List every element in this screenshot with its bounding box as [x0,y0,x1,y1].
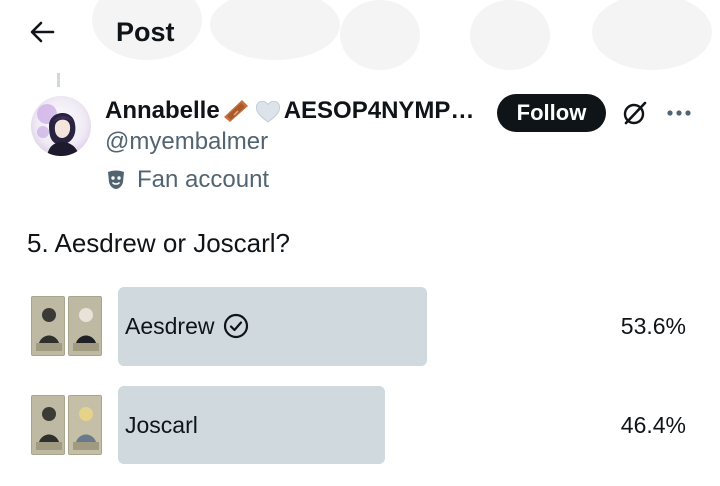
background-decoration [592,0,712,70]
arrow-left-icon [30,21,55,43]
poll-option-label: Joscarl [125,410,198,440]
display-name-text: Annabelle [105,97,220,124]
poll-option-label: Aesdrew [125,311,249,341]
avatar[interactable] [31,96,91,156]
page-title: Post [116,17,175,47]
poll-option-text: Joscarl [125,412,198,438]
check-circle-icon [223,313,249,339]
follow-button[interactable]: Follow [497,94,606,132]
poll-option-image[interactable] [31,395,102,455]
fan-account-label: Fan account [105,165,269,195]
character-card [31,395,65,455]
grok-icon [623,101,647,125]
background-decoration [210,0,340,60]
background-decoration [340,0,420,70]
avatar-image [31,96,91,156]
character-card [68,395,102,455]
poll-option-text: Aesdrew [125,313,215,339]
character-card [68,296,102,356]
poll-option-percent: 53.6% [620,313,686,339]
character-card [31,296,65,356]
top-bar: Post [0,0,720,70]
more-button[interactable] [662,96,696,130]
background-decoration [470,0,550,70]
poll-option-image[interactable] [31,296,102,356]
more-horizontal-icon [667,110,691,116]
white-heart-icon [255,100,280,123]
post-text: 5. Aesdrew or Joscarl? [27,228,291,258]
author-handle[interactable]: @myembalmer [105,127,268,157]
author-display-name[interactable]: Annabelle AESOP4NYMP… [105,95,474,127]
grok-button[interactable] [618,96,652,130]
poll-option-percent: 46.4% [620,412,686,438]
coffin-icon [223,100,248,122]
back-button[interactable] [22,14,62,50]
display-name-suffix: AESOP4NYMP… [283,97,475,124]
performing-arts-mask-icon [105,169,127,191]
thread-connector [57,73,60,87]
fan-account-text: Fan account [137,166,270,193]
